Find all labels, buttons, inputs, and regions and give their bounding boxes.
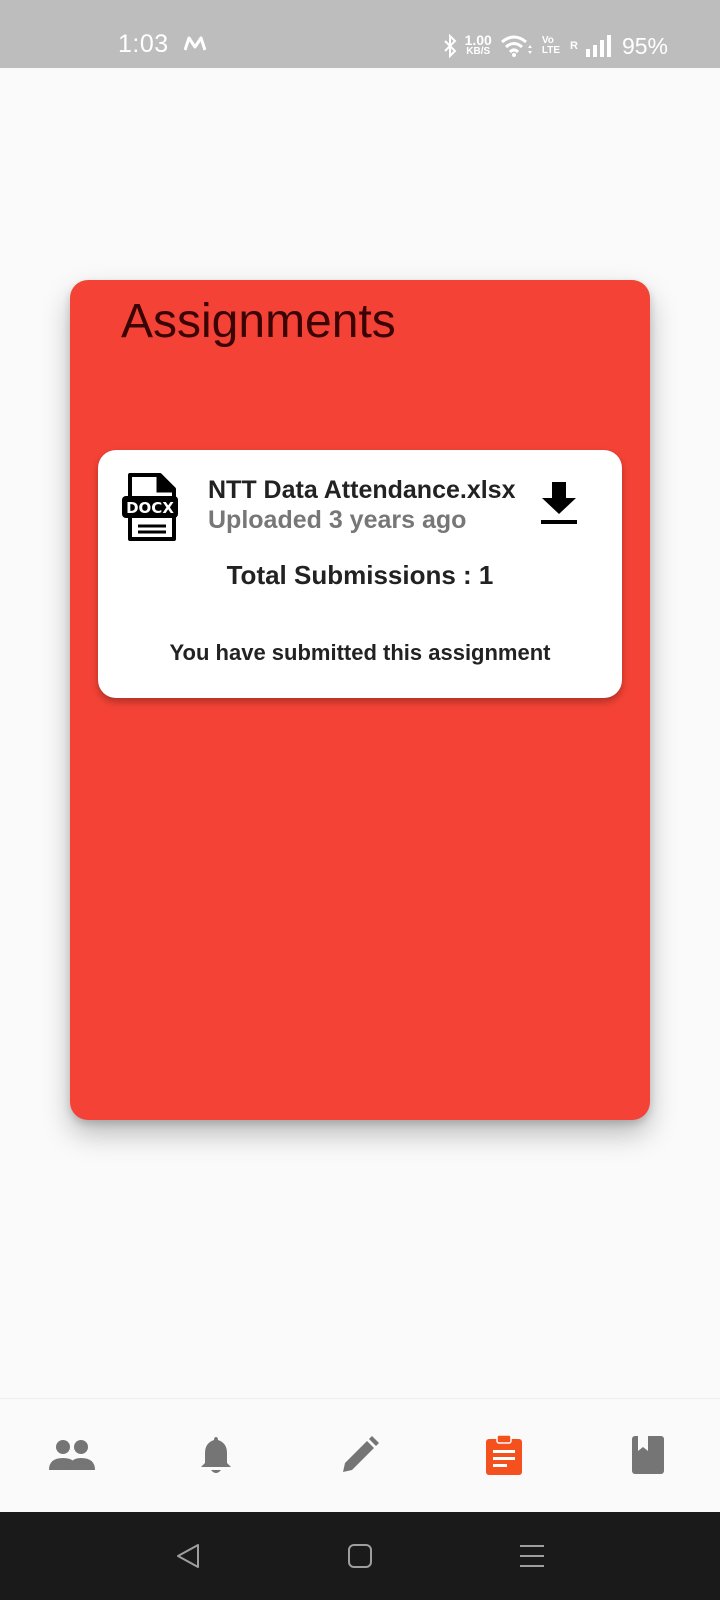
download-button[interactable] [538, 480, 580, 528]
m-logo-icon [184, 36, 206, 51]
docx-file-icon: DOCX [122, 473, 178, 541]
system-navigation-bar [0, 1512, 720, 1600]
nav-item-library[interactable] [624, 1431, 672, 1479]
net-speed: 1.00 KB/S [464, 32, 492, 58]
status-bar: 1:03 1.00 KB/S Vo LTE R 95% [0, 0, 720, 68]
nav-item-notifications[interactable] [192, 1431, 240, 1479]
bluetooth-icon [443, 34, 457, 58]
total-submissions: Total Submissions : 1 [226, 560, 494, 590]
bell-icon [201, 1437, 231, 1473]
assignment-card[interactable]: DOCX NTT Data Attendance.xlsx Uploaded 3… [98, 450, 622, 698]
upload-time: Uploaded 3 years ago [208, 506, 467, 534]
net-speed-value: 1.00 [464, 32, 492, 48]
volte-indicator: Vo LTE [542, 36, 560, 56]
pencil-icon [343, 1436, 379, 1472]
wifi-icon [500, 35, 532, 57]
file-type-label: DOCX [126, 499, 174, 517]
download-icon [541, 482, 577, 524]
signal-icon [585, 35, 611, 57]
home-square-icon [348, 1544, 372, 1568]
nav-item-assignments[interactable] [480, 1431, 528, 1479]
status-time: 1:03 [118, 30, 169, 58]
assignments-panel: Assignments DOCX NTT Data Attendance.xls… [70, 280, 650, 1120]
status-icons: 1.00 KB/S Vo LTE R 95% [435, 30, 668, 62]
system-home-button[interactable] [344, 1540, 376, 1572]
roaming-indicator: R [570, 40, 578, 52]
submission-status: You have submitted this assignment [169, 640, 551, 665]
menu-lines-icon [520, 1545, 544, 1567]
file-name: NTT Data Attendance.xlsx [208, 476, 516, 504]
nav-item-people[interactable] [48, 1431, 96, 1479]
net-speed-unit: KB/S [466, 46, 491, 57]
system-back-button[interactable] [172, 1540, 204, 1572]
volte-line2: LTE [541, 45, 560, 56]
page-title: Assignments [121, 295, 396, 348]
bookmark-book-icon [632, 1436, 664, 1474]
battery-level: 95% [621, 32, 668, 59]
bottom-navigation [0, 1398, 720, 1513]
clipboard-icon [486, 1434, 522, 1475]
nav-item-edit[interactable] [336, 1431, 384, 1479]
people-icon [49, 1440, 95, 1470]
system-menu-button[interactable] [516, 1540, 548, 1572]
back-triangle-icon [177, 1544, 199, 1568]
